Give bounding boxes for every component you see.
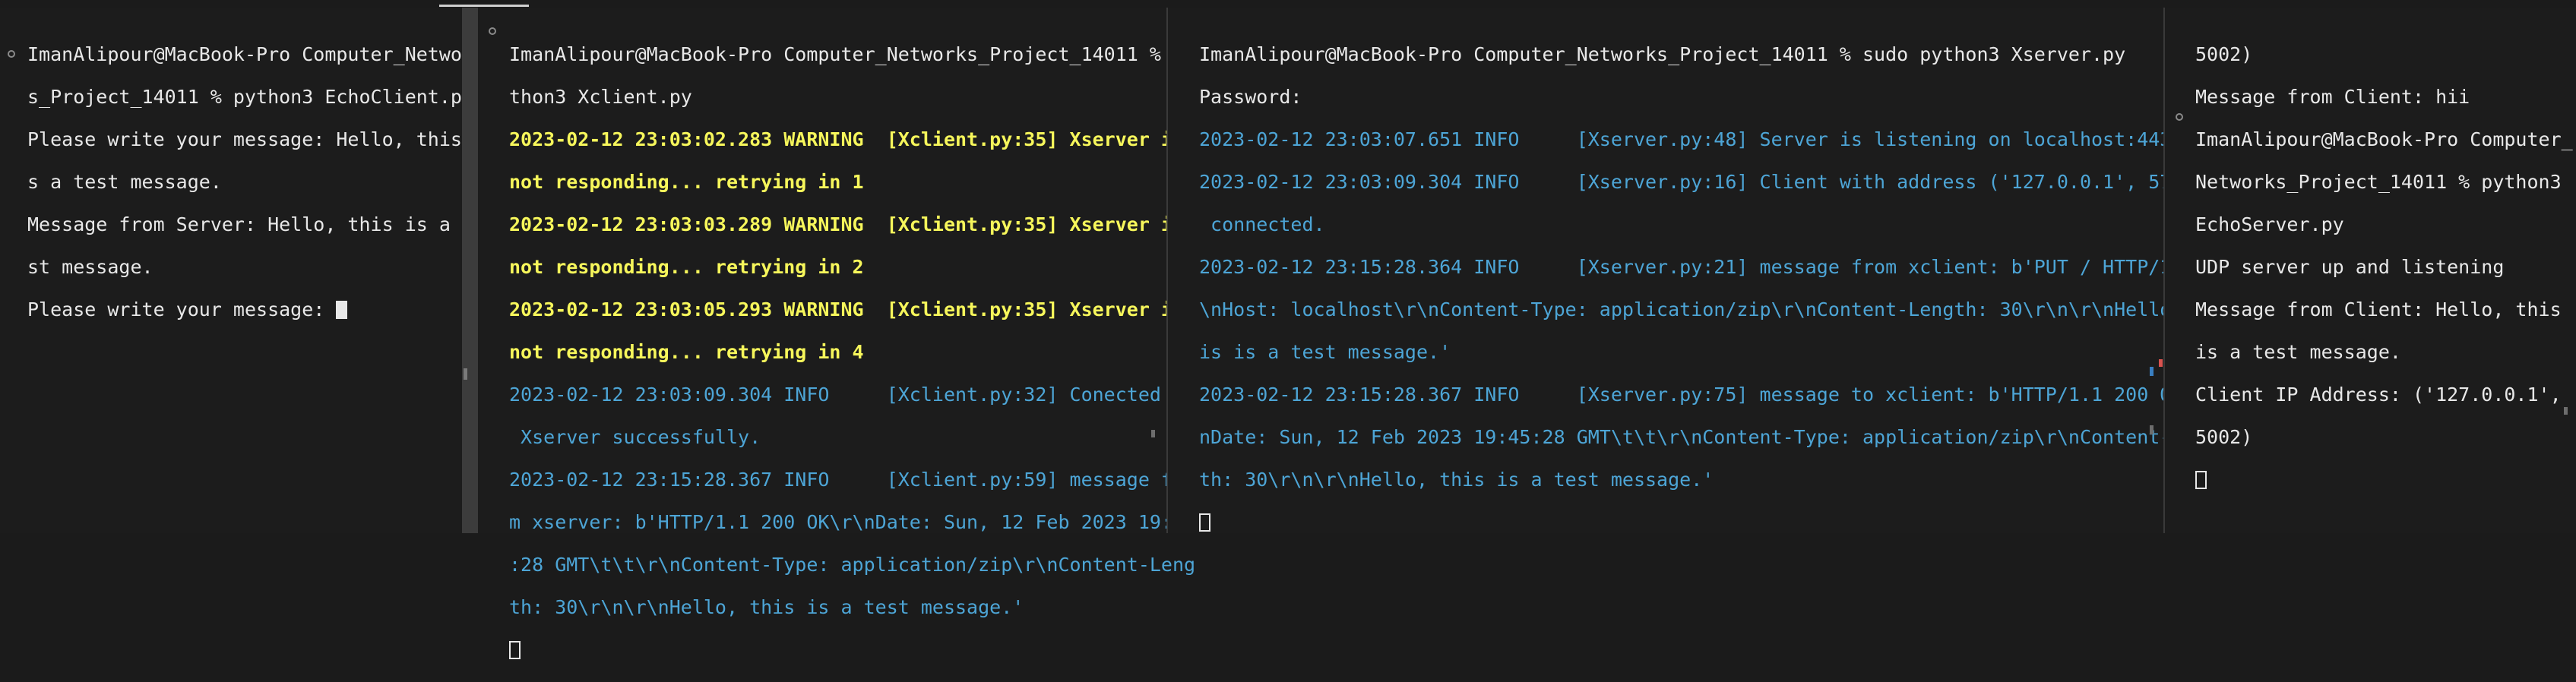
terminal-line: ImanAlipour@MacBook-Pro Computer_Network… <box>509 43 1196 65</box>
scroll-indicator <box>2564 407 2568 415</box>
log-warning-line: not responding... retrying in 1 <box>509 171 864 193</box>
log-warning-line: 2023-02-12 23:03:02.283 WARNING [Xclient… <box>509 128 1185 150</box>
terminal-line <box>509 639 1195 661</box>
log-info-line: Xserver successfully. <box>509 426 761 448</box>
text-cursor[interactable] <box>336 301 348 319</box>
terminal-line: Password: <box>1199 86 1302 108</box>
terminal-line: 5002) <box>2195 426 2253 448</box>
log-info-line: 2023-02-12 23:15:28.367 INFO [Xclient.py… <box>509 469 1196 491</box>
prompt-marker-icon <box>489 27 496 35</box>
log-warning-line: not responding... retrying in 4 <box>509 341 864 363</box>
terminal-line: s a test message. <box>27 171 222 193</box>
terminal-line <box>1199 512 2217 533</box>
text-cursor[interactable] <box>2195 471 2207 489</box>
pane-scrollbar-thumb[interactable] <box>464 368 467 380</box>
log-warning-line: not responding... retrying in 2 <box>509 256 864 278</box>
scroll-indicator <box>2150 425 2154 434</box>
log-info-line: 2023-02-12 23:03:09.304 INFO [Xserver.py… <box>1199 171 2217 193</box>
terminal-tab-bar <box>0 0 2576 8</box>
xserver-output: ImanAlipour@MacBook-Pro Computer_Network… <box>1199 23 2217 554</box>
terminal-line: is a test message. <box>2195 341 2401 363</box>
prompt-marker-icon <box>2176 113 2183 121</box>
terminal-line <box>2195 469 2573 491</box>
input-prompt: Please write your message: <box>27 298 337 320</box>
terminal-line: 5002) <box>2195 43 2253 65</box>
terminal-line: Client IP Address: ('127.0.0.1', <box>2195 384 2562 406</box>
terminal-line: Message from Server: Hello, this is a te <box>27 213 486 235</box>
terminal-line: ImanAlipour@MacBook-Pro Computer_ <box>2195 128 2573 150</box>
terminal-line: UDP server up and listening <box>2195 256 2505 278</box>
log-info-line: 2023-02-12 23:03:07.651 INFO [Xserver.py… <box>1199 128 2172 150</box>
xclient-output: ImanAlipour@MacBook-Pro Computer_Network… <box>509 23 1195 682</box>
text-cursor[interactable] <box>1199 513 1210 532</box>
log-info-line: is is a test message.' <box>1199 341 1451 363</box>
echo-server-output: 5002) Message from Client: hii ImanAlipo… <box>2195 23 2573 512</box>
log-info-line: th: 30\r\n\r\nHello, this is a test mess… <box>509 596 1024 618</box>
log-warning-line: 2023-02-12 23:03:03.289 WARNING [Xclient… <box>509 213 1185 235</box>
scroll-indicator <box>2150 367 2154 376</box>
terminal-line: st message. <box>27 256 153 278</box>
terminal-line: EchoServer.py <box>2195 213 2344 235</box>
log-info-line: connected. <box>1199 213 1325 235</box>
log-info-line: m xserver: b'HTTP/1.1 200 OK\r\nDate: Su… <box>509 511 1196 533</box>
active-tab-indicator[interactable] <box>439 5 529 7</box>
scroll-indicator <box>2159 359 2163 367</box>
log-info-line: nDate: Sun, 12 Feb 2023 19:45:28 GMT\t\t… <box>1199 426 2217 448</box>
log-info-line: 2023-02-12 23:15:28.367 INFO [Xserver.py… <box>1199 384 2217 406</box>
pane-scrollbar-track[interactable] <box>462 8 478 533</box>
log-info-line: \nHost: localhost\r\nContent-Type: appli… <box>1199 298 2217 320</box>
log-info-line: 2023-02-12 23:15:28.364 INFO [Xserver.py… <box>1199 256 2217 278</box>
log-info-line: 2023-02-12 23:03:09.304 INFO [Xclient.py… <box>509 384 1196 406</box>
terminal-line: Networks_Project_14011 % python3 <box>2195 171 2562 193</box>
terminal-line: Message from Client: hii <box>2195 86 2470 108</box>
terminal-line: s_Project_14011 % python3 EchoClient.py <box>27 86 473 108</box>
scroll-indicator <box>1151 430 1155 437</box>
terminal-line: ImanAlipour@MacBook-Pro Computer_Network <box>27 43 486 65</box>
log-info-line: th: 30\r\n\r\nHello, this is a test mess… <box>1199 469 1714 491</box>
terminal-line: Please write your message: <box>27 299 485 320</box>
terminal-line: ImanAlipour@MacBook-Pro Computer_Network… <box>1199 43 2126 65</box>
echo-client-output: ImanAlipour@MacBook-Pro Computer_Network… <box>27 23 485 342</box>
terminal-line: Message from Client: Hello, this <box>2195 298 2562 320</box>
prompt-marker-icon <box>8 50 15 58</box>
log-info-line: :28 GMT\t\t\r\nContent-Type: application… <box>509 554 1196 576</box>
text-cursor[interactable] <box>509 641 521 659</box>
terminal-line: thon3 Xclient.py <box>509 86 692 108</box>
terminal-line: Please write your message: Hello, this i <box>27 128 486 150</box>
log-warning-line: 2023-02-12 23:03:05.293 WARNING [Xclient… <box>509 298 1185 320</box>
